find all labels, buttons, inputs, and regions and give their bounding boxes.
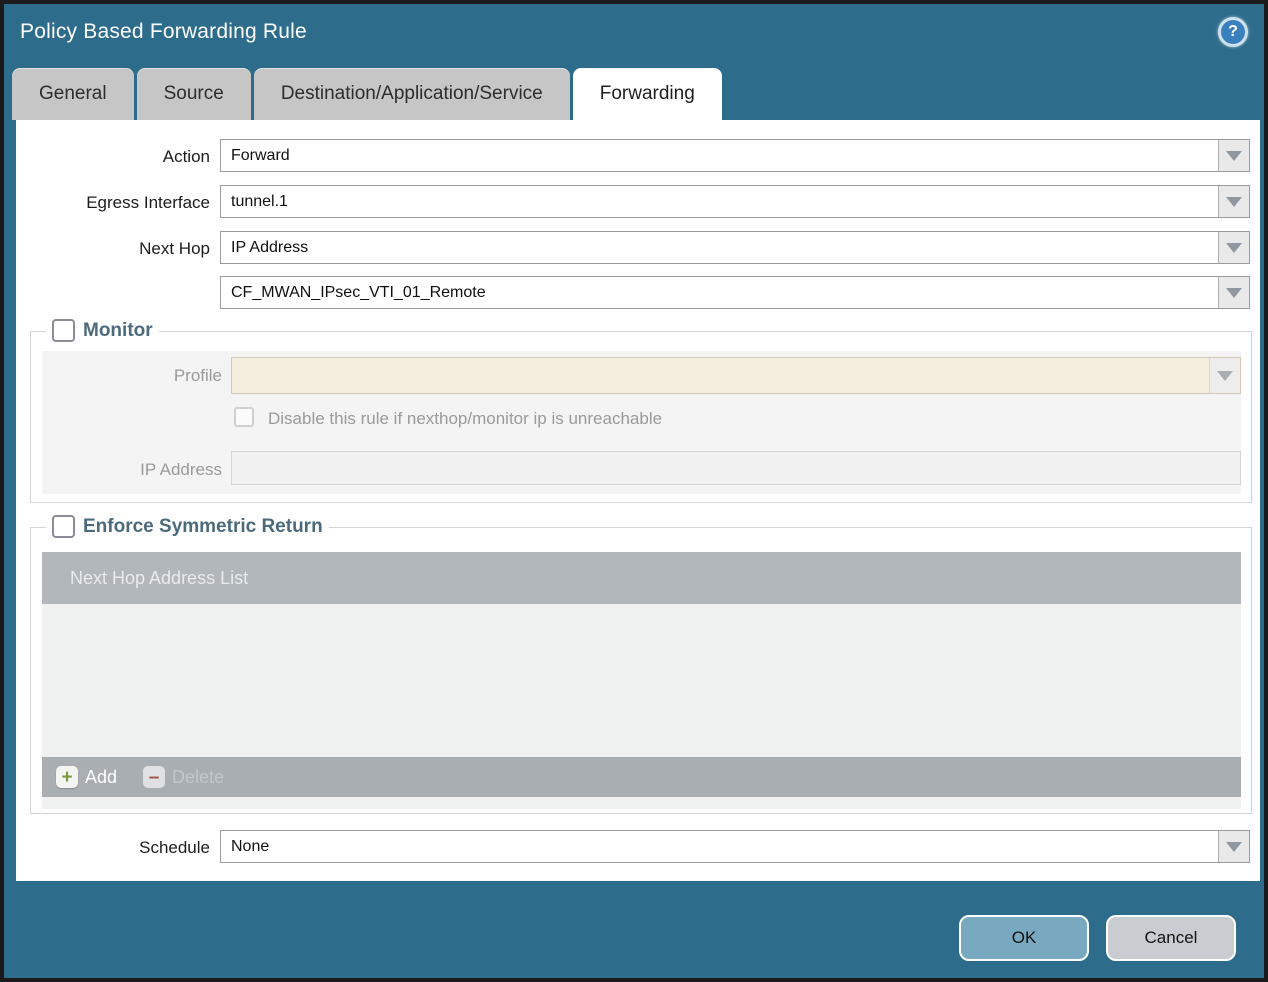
help-icon[interactable]: ?: [1218, 17, 1248, 47]
tab-destination-application-service[interactable]: Destination/Application/Service: [253, 68, 570, 120]
egress-interface-dropdown[interactable]: tunnel.1: [220, 185, 1250, 218]
table-toolbar: + Add – Delete: [42, 757, 1241, 797]
egress-interface-label: Egress Interface: [86, 193, 210, 212]
monitor-checkbox[interactable]: [52, 319, 75, 342]
symmetric-return-checkbox[interactable]: [52, 515, 75, 538]
schedule-dropdown-button[interactable]: [1218, 831, 1249, 862]
egress-interface-value: tunnel.1: [231, 192, 288, 210]
cancel-button[interactable]: Cancel: [1106, 915, 1236, 961]
symmetric-return-legend: Enforce Symmetric Return: [46, 515, 329, 538]
profile-dropdown-button: [1209, 358, 1240, 393]
next-hop-address-table: Next Hop Address List + Add – Delete: [42, 552, 1241, 809]
profile-value: [232, 358, 1209, 393]
dialog-title-bar: Policy Based Forwarding Rule ?: [4, 4, 1264, 62]
next-hop-address-list-body[interactable]: [42, 604, 1241, 757]
delete-button-label: Delete: [172, 766, 225, 787]
ok-button[interactable]: OK: [959, 915, 1089, 961]
dialog-title: Policy Based Forwarding Rule: [20, 20, 307, 43]
action-dropdown-button[interactable]: [1218, 140, 1249, 171]
tab-source[interactable]: Source: [136, 68, 251, 120]
next-hop-address-value: CF_MWAN_IPsec_VTI_01_Remote: [231, 283, 486, 301]
disable-rule-checkbox: [234, 407, 254, 427]
chevron-down-icon: [1226, 196, 1242, 207]
chevron-down-icon: [1226, 841, 1242, 852]
monitor-legend-label: Monitor: [83, 319, 153, 341]
next-hop-label: Next Hop: [139, 239, 210, 258]
tab-general[interactable]: General: [12, 68, 134, 120]
tab-bar: General Source Destination/Application/S…: [12, 68, 722, 120]
schedule-label: Schedule: [139, 838, 210, 857]
action-value: Forward: [231, 146, 290, 164]
action-label: Action: [162, 147, 210, 166]
symmetric-return-legend-label: Enforce Symmetric Return: [83, 515, 323, 537]
delete-button: – Delete: [143, 766, 224, 788]
next-hop-address-dropdown-button[interactable]: [1218, 277, 1249, 308]
chevron-down-icon: [1217, 370, 1233, 381]
egress-interface-dropdown-button[interactable]: [1218, 186, 1249, 217]
add-button-label: Add: [85, 766, 118, 787]
monitor-ip-address-input: [231, 451, 1241, 485]
next-hop-type-value: IP Address: [231, 238, 309, 256]
next-hop-address-dropdown[interactable]: CF_MWAN_IPsec_VTI_01_Remote: [220, 276, 1250, 309]
forwarding-tab-panel: Action Forward Egress Interface tunnel.1…: [16, 120, 1260, 881]
chevron-down-icon: [1226, 287, 1242, 298]
policy-based-forwarding-dialog: Policy Based Forwarding Rule ? General S…: [0, 0, 1268, 982]
minus-icon: –: [143, 766, 166, 788]
chevron-down-icon: [1226, 242, 1242, 253]
next-hop-type-dropdown[interactable]: IP Address: [220, 231, 1250, 264]
next-hop-type-dropdown-button[interactable]: [1218, 232, 1249, 263]
chevron-down-icon: [1226, 150, 1242, 161]
profile-label: Profile: [173, 366, 222, 385]
plus-icon: +: [56, 766, 78, 788]
add-button[interactable]: + Add: [56, 766, 117, 788]
schedule-dropdown[interactable]: None: [220, 830, 1250, 863]
schedule-value: None: [231, 837, 270, 855]
dialog-footer: OK Cancel: [4, 881, 1264, 978]
monitor-ip-address-label: IP Address: [140, 460, 222, 479]
disable-rule-label: Disable this rule if nexthop/monitor ip …: [268, 409, 663, 428]
next-hop-address-list-header: Next Hop Address List: [42, 552, 1241, 604]
tab-forwarding[interactable]: Forwarding: [572, 68, 722, 120]
action-dropdown[interactable]: Forward: [220, 139, 1250, 172]
monitor-legend: Monitor: [46, 319, 159, 342]
profile-dropdown: [231, 357, 1241, 394]
